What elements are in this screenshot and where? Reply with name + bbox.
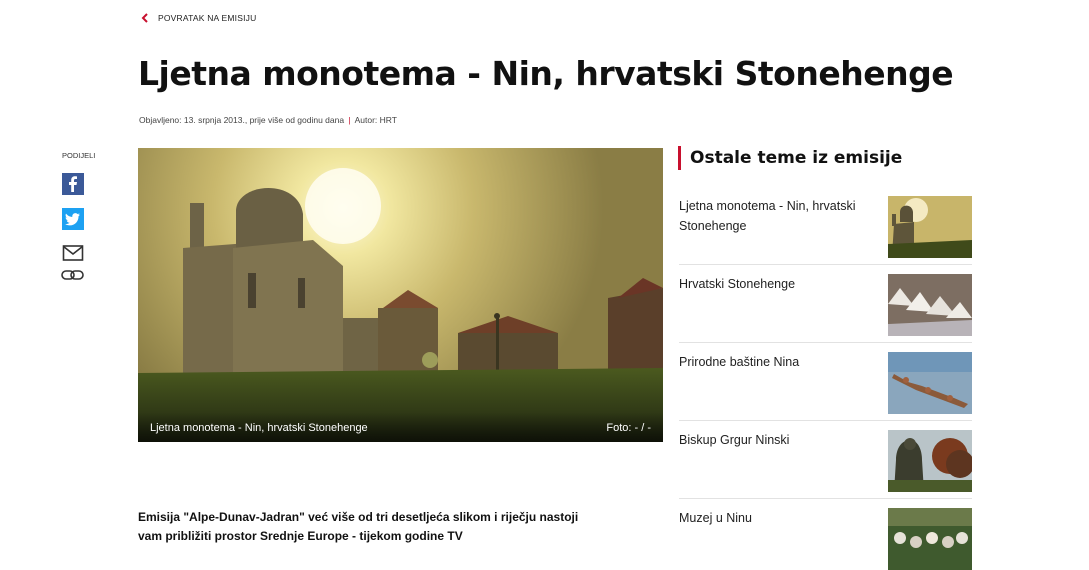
- back-link-label: POVRATAK NA EMISIJU: [158, 13, 257, 23]
- share-label: PODIJELI: [62, 151, 96, 160]
- sidebar-item-thumbnail: [888, 508, 972, 570]
- sidebar-item-title: Prirodne baštine Nina: [679, 355, 800, 369]
- copy-link-button[interactable]: [60, 267, 86, 283]
- accent-bar: [678, 146, 681, 170]
- sidebar-item-title: Muzej u Ninu: [679, 511, 752, 525]
- twitter-share-button[interactable]: [62, 208, 84, 230]
- email-share-button[interactable]: [62, 244, 84, 262]
- twitter-icon: [65, 213, 80, 226]
- author: Autor: HRT: [354, 115, 397, 125]
- image-caption: Ljetna monotema - Nin, hrvatski Stonehen…: [150, 422, 368, 434]
- facebook-share-button[interactable]: [62, 173, 84, 195]
- sidebar-heading: Ostale teme iz emisije: [678, 146, 902, 170]
- photo-credit: Foto: - / -: [606, 422, 651, 434]
- sidebar-item-hrvatski-stonehenge[interactable]: Hrvatski Stonehenge: [679, 274, 972, 336]
- sidebar-item-thumbnail: [888, 430, 972, 492]
- sidebar-item-thumbnail: [888, 352, 972, 414]
- sidebar-item-title: Hrvatski Stonehenge: [679, 277, 796, 291]
- facebook-icon: [69, 176, 77, 192]
- sidebar-item-biskup-grgur[interactable]: Biskup Grgur Ninski: [679, 430, 972, 492]
- mail-icon: [62, 245, 84, 261]
- church-photo: [138, 148, 663, 442]
- sidebar-item-title: Biskup Grgur Ninski: [679, 433, 790, 447]
- sidebar-item-thumbnail: [888, 196, 972, 258]
- sidebar-item-prirodne-bastine[interactable]: Prirodne baštine Nina: [679, 352, 972, 414]
- sidebar-item-muzej-u-ninu[interactable]: Muzej u Ninu: [679, 508, 972, 570]
- chevron-left-icon: [141, 13, 148, 23]
- sidebar-item-nin-stonehenge[interactable]: Ljetna monotema - Nin, hrvatski Stonehen…: [679, 196, 972, 258]
- hero-image[interactable]: Ljetna monotema - Nin, hrvatski Stonehen…: [138, 148, 663, 442]
- sidebar-divider: [679, 264, 972, 265]
- page-title: Ljetna monotema - Nin, hrvatski Stonehen…: [138, 54, 954, 93]
- link-icon: [61, 270, 84, 280]
- sidebar-heading-text: Ostale teme iz emisije: [690, 148, 903, 168]
- sidebar-divider: [679, 342, 972, 343]
- sidebar-divider: [679, 498, 972, 499]
- sidebar-item-title: Ljetna monotema - Nin, hrvatski Stonehen…: [679, 199, 856, 233]
- article-intro: Emisija "Alpe-Dunav-Jadran" već više od …: [138, 510, 579, 543]
- back-to-show-link[interactable]: POVRATAK NA EMISIJU: [140, 13, 256, 23]
- sidebar-divider: [679, 420, 972, 421]
- sidebar-item-thumbnail: [888, 274, 972, 336]
- article-meta: Objavljeno: 13. srpnja 2013., prije više…: [139, 115, 397, 125]
- publish-date: Objavljeno: 13. srpnja 2013., prije više…: [139, 115, 345, 125]
- meta-separator: |: [348, 115, 351, 125]
